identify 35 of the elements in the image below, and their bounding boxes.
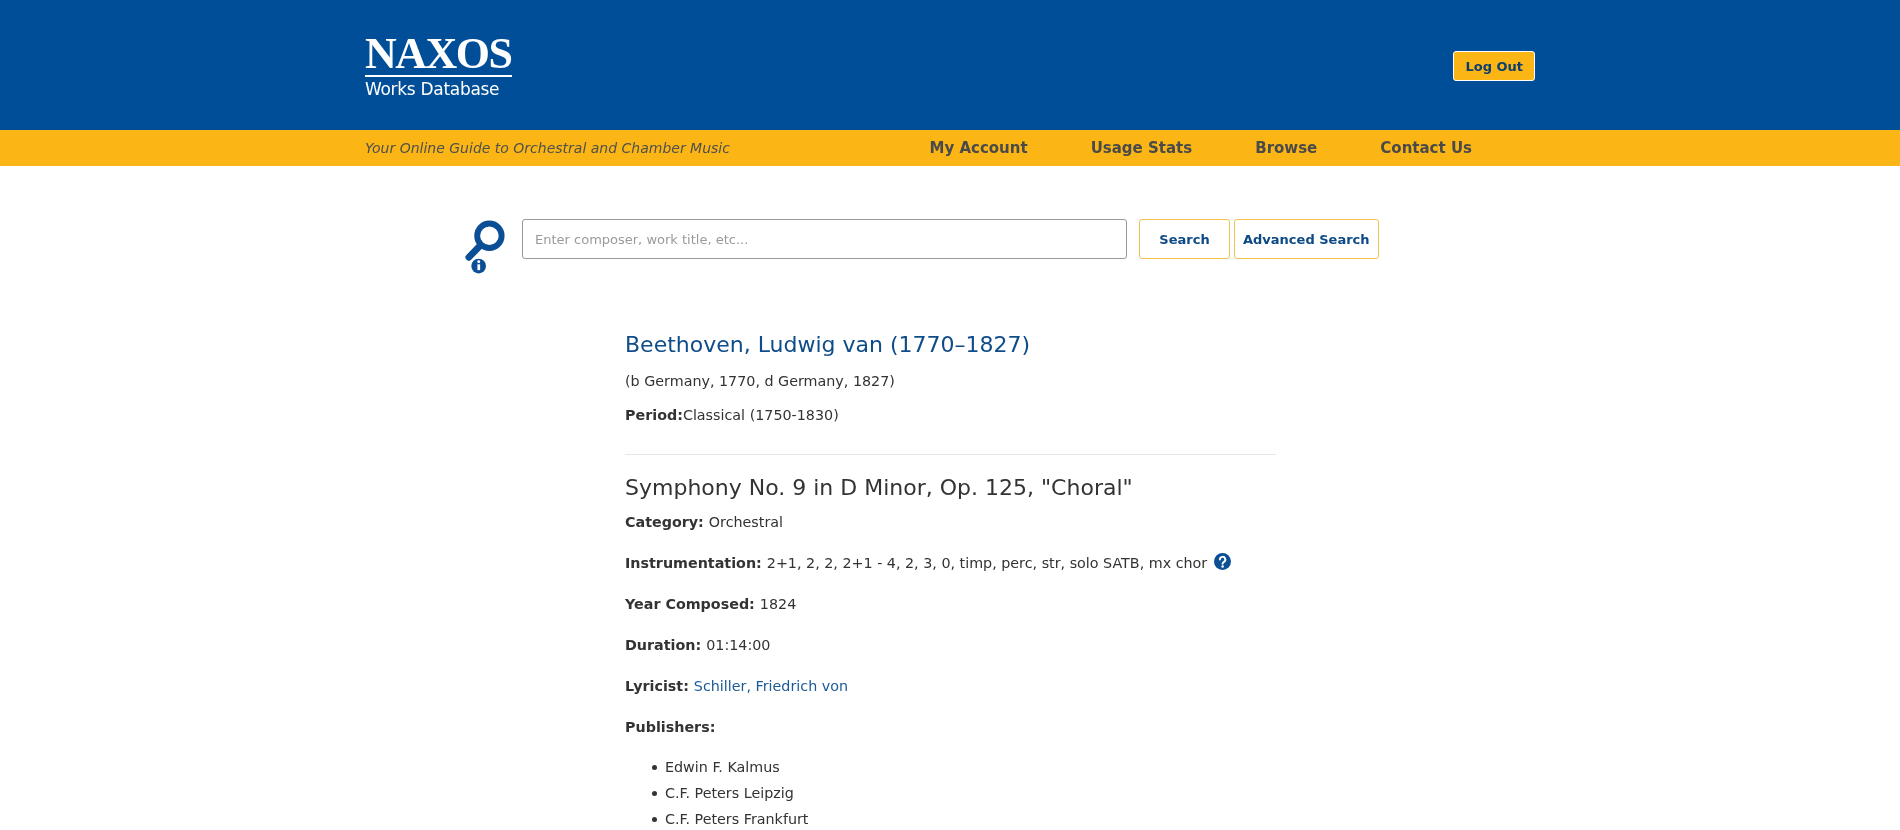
field-label: Lyricist:	[625, 677, 689, 696]
logo-subtitle[interactable]: Works Database	[365, 79, 512, 99]
field-value: Classical (1750-1830)	[682, 407, 839, 423]
bullet-icon	[652, 764, 657, 770]
nav-link[interactable]: Contact Us	[1380, 138, 1472, 158]
field-value: 1824	[759, 595, 797, 614]
lyricist-link[interactable]: Schiller, Friedrich von	[693, 675, 849, 697]
logo-wordmark[interactable]: NAXOS	[365, 36, 512, 77]
nav-link[interactable]: Browse	[1255, 138, 1318, 158]
publisher-name: Edwin F. Kalmus	[665, 758, 780, 776]
tagline: Your Online Guide to Orchestral and Chamber Music	[365, 140, 730, 156]
composer-origin: (b Germany, 1770, d Germany, 1827)	[625, 372, 896, 391]
publisher-name: C.F. Peters Leipzig	[665, 784, 794, 802]
field-value: 2+1, 2, 2, 2+1 - 4, 2, 3, 0, timp, perc, str, solo SATB, mx chor	[766, 554, 1208, 573]
bullet-icon	[652, 790, 657, 796]
composer-name[interactable]: Beethoven, Ludwig van (1770–1827)	[625, 330, 1276, 360]
publisher-name: C.F. Peters Frankfurt	[665, 810, 809, 828]
bullet-icon	[652, 816, 657, 822]
field-value: 01:14:00	[706, 636, 771, 655]
nav-link[interactable]: My Account	[929, 138, 1028, 158]
search-info-icon[interactable]	[464, 219, 507, 274]
nav-link[interactable]: Usage Stats	[1090, 138, 1193, 158]
search-field[interactable]: Enter composer, work title, etc...	[522, 219, 1127, 259]
field-label: Year Composed:	[625, 595, 755, 614]
help-icon[interactable]	[1214, 553, 1232, 570]
field-label: Period:	[625, 407, 683, 423]
work-title: Symphony No. 9 in D Minor, Op. 125, "Choral"	[625, 474, 1134, 502]
field-value: Orchestral	[708, 513, 784, 532]
field-label: Category:	[625, 513, 704, 532]
search-button[interactable]: Search	[1139, 219, 1230, 259]
logout-button[interactable]: Log Out	[1453, 51, 1535, 81]
field-label: Publishers:	[625, 718, 716, 737]
search-button[interactable]: Advanced Search	[1234, 219, 1379, 259]
field-label: Instrumentation:	[625, 554, 762, 573]
field-label: Duration:	[625, 636, 702, 655]
